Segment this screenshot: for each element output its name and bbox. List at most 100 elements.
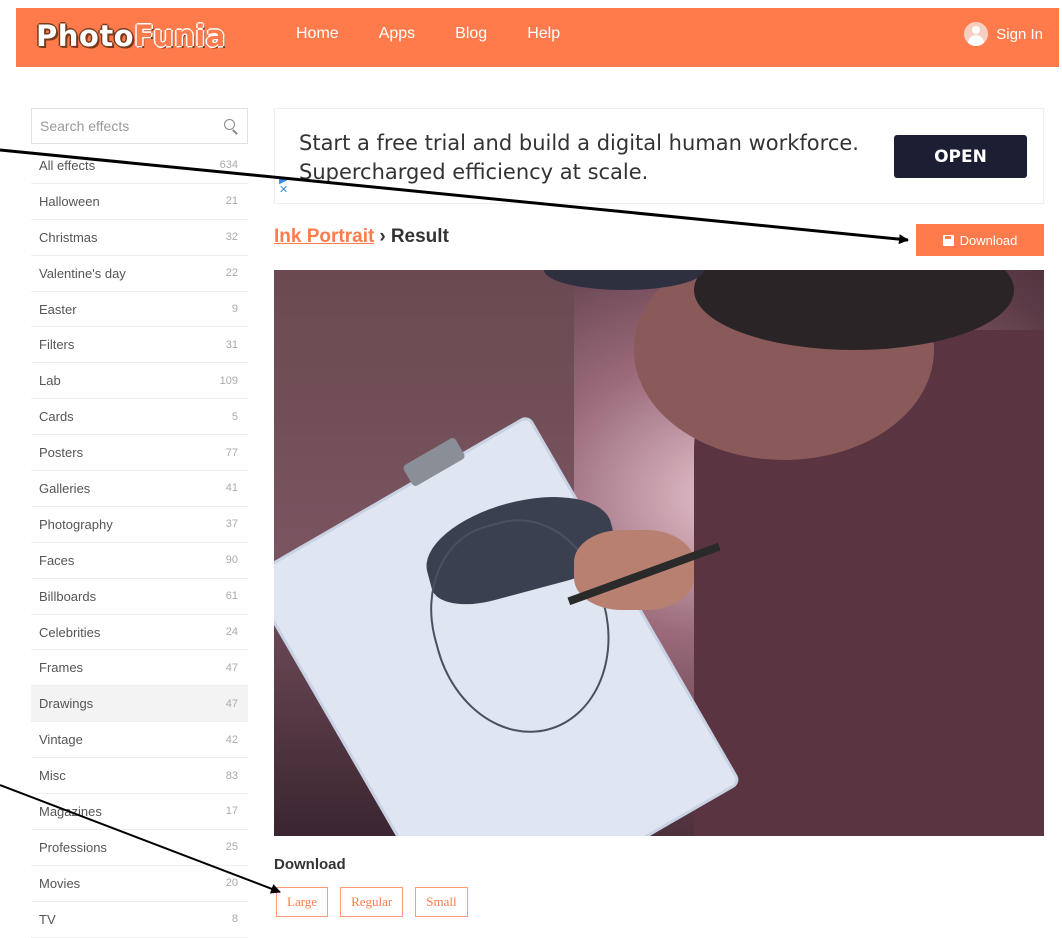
category-count: 24 (225, 626, 238, 639)
photofunia-logo[interactable]: Photo Funia (36, 16, 226, 56)
category-item[interactable]: Cards 5 (31, 399, 248, 436)
category-item[interactable]: Halloween 21 (31, 184, 248, 220)
floppy-disk-icon (942, 234, 954, 246)
category-label: Frames (39, 660, 84, 676)
category-count: 25 (225, 841, 238, 854)
category-label: Vintage (39, 732, 83, 748)
category-label: Posters (39, 445, 84, 461)
category-count: 37 (225, 518, 238, 531)
nav-help[interactable]: Help (527, 25, 560, 43)
category-count: 8 (231, 913, 238, 926)
category-item[interactable]: Christmas 32 (31, 220, 248, 256)
nav-apps[interactable]: Apps (379, 25, 415, 43)
category-item-active[interactable]: Drawings 47 (31, 686, 248, 723)
category-label: TV (39, 911, 56, 927)
category-label: Professions (39, 839, 107, 855)
category-label: Easter (39, 301, 77, 317)
category-item[interactable]: Frames 47 (31, 650, 248, 687)
category-item[interactable]: TV 8 (31, 902, 248, 938)
category-list: All effects 634 Halloween 21 Christmas 32 V… (31, 148, 248, 938)
category-item[interactable]: Billboards 61 (31, 579, 248, 615)
category-label: Christmas (39, 229, 98, 245)
nav-blog[interactable]: Blog (455, 25, 487, 43)
category-item[interactable]: Valentine's day 22 (31, 256, 248, 292)
category-count: 17 (225, 805, 238, 818)
category-count: 90 (225, 554, 238, 567)
category-item[interactable]: Vintage 42 (31, 722, 248, 759)
category-count: 31 (225, 338, 238, 351)
result-image[interactable] (274, 270, 1044, 836)
category-label: Movies (39, 875, 81, 891)
breadcrumb: Ink Portrait › Result (274, 226, 449, 248)
category-item[interactable]: Photography 37 (31, 507, 248, 543)
category-count: 634 (219, 159, 238, 172)
category-count: 42 (225, 733, 238, 746)
search-box (31, 108, 248, 144)
category-label: Cards (39, 409, 74, 425)
ad-text: Start a free trial and build a digital h… (299, 131, 859, 184)
download-button-label: Download (959, 232, 1018, 248)
search-icon[interactable] (223, 118, 239, 135)
logo-text-funia: Funia (134, 19, 226, 53)
category-count: 32 (225, 231, 238, 244)
user-avatar-icon (964, 22, 989, 46)
category-label: Filters (39, 337, 75, 353)
category-item[interactable]: Easter 9 (31, 292, 248, 328)
category-label: Celebrities (39, 624, 101, 640)
logo-text-photo: Photo (36, 19, 135, 53)
category-item[interactable]: Galleries 41 (31, 471, 248, 507)
category-count: 9 (231, 303, 238, 315)
category-count: 22 (225, 267, 238, 280)
category-count: 47 (225, 661, 238, 674)
ad-open-button[interactable]: OPEN (894, 135, 1027, 178)
main-nav: Home Apps Blog Help (296, 25, 600, 43)
top-header: Photo Funia Home Apps Blog Help Sign In (16, 8, 1059, 67)
download-size-buttons: Large Regular Small (276, 887, 480, 917)
download-regular-button[interactable]: Regular (340, 887, 404, 917)
category-item[interactable]: Professions 25 (31, 830, 248, 866)
category-item[interactable]: Misc 83 (31, 758, 248, 795)
category-label: Drawings (39, 696, 94, 712)
category-count: 83 (225, 769, 238, 782)
category-item[interactable]: Movies 20 (31, 866, 248, 902)
category-count: 20 (225, 877, 238, 890)
category-label: Faces (39, 552, 75, 568)
page-title: Result (390, 226, 449, 247)
category-label: Misc (39, 768, 66, 784)
category-item[interactable]: Posters 77 (31, 435, 248, 472)
category-label: Lab (39, 373, 61, 389)
sign-in-label: Sign In (996, 25, 1043, 43)
download-small-button[interactable]: Small (415, 887, 468, 917)
category-count: 41 (225, 482, 238, 495)
category-item[interactable]: Celebrities 24 (31, 615, 248, 651)
category-item[interactable]: All effects 634 (31, 148, 248, 184)
category-count: 109 (219, 374, 238, 387)
sign-in-link[interactable]: Sign In (964, 22, 1043, 46)
category-item[interactable]: Faces 90 (31, 543, 248, 579)
download-button[interactable]: Download (916, 224, 1044, 256)
effect-link[interactable]: Ink Portrait (274, 226, 374, 247)
category-label: All effects (39, 157, 96, 173)
ad-choices-icon[interactable]: ▶ ✕ (279, 174, 288, 195)
category-item[interactable]: Magazines 17 (31, 794, 248, 830)
category-label: Valentine's day (39, 265, 126, 281)
category-count: 5 (231, 410, 238, 423)
download-heading: Download (274, 856, 346, 873)
category-label: Halloween (39, 193, 100, 209)
category-label: Magazines (39, 803, 102, 819)
main-content: Start a free trial and build a digital h… (274, 108, 1044, 917)
category-sidebar: All effects 634 Halloween 21 Christmas 32 V… (31, 108, 248, 938)
search-input[interactable] (40, 118, 223, 134)
category-item[interactable]: Lab 109 (31, 363, 248, 400)
category-count: 61 (225, 590, 238, 603)
category-item[interactable]: Filters 31 (31, 327, 248, 364)
result-title-row: Ink Portrait › Result Download (274, 224, 1044, 256)
nav-home[interactable]: Home (296, 25, 339, 43)
ad-banner[interactable]: Start a free trial and build a digital h… (274, 108, 1044, 204)
category-count: 77 (225, 446, 238, 459)
breadcrumb-separator: › (379, 226, 386, 247)
category-label: Photography (39, 516, 113, 532)
category-count: 47 (225, 697, 238, 710)
category-label: Galleries (39, 480, 91, 496)
download-large-button[interactable]: Large (276, 887, 329, 917)
